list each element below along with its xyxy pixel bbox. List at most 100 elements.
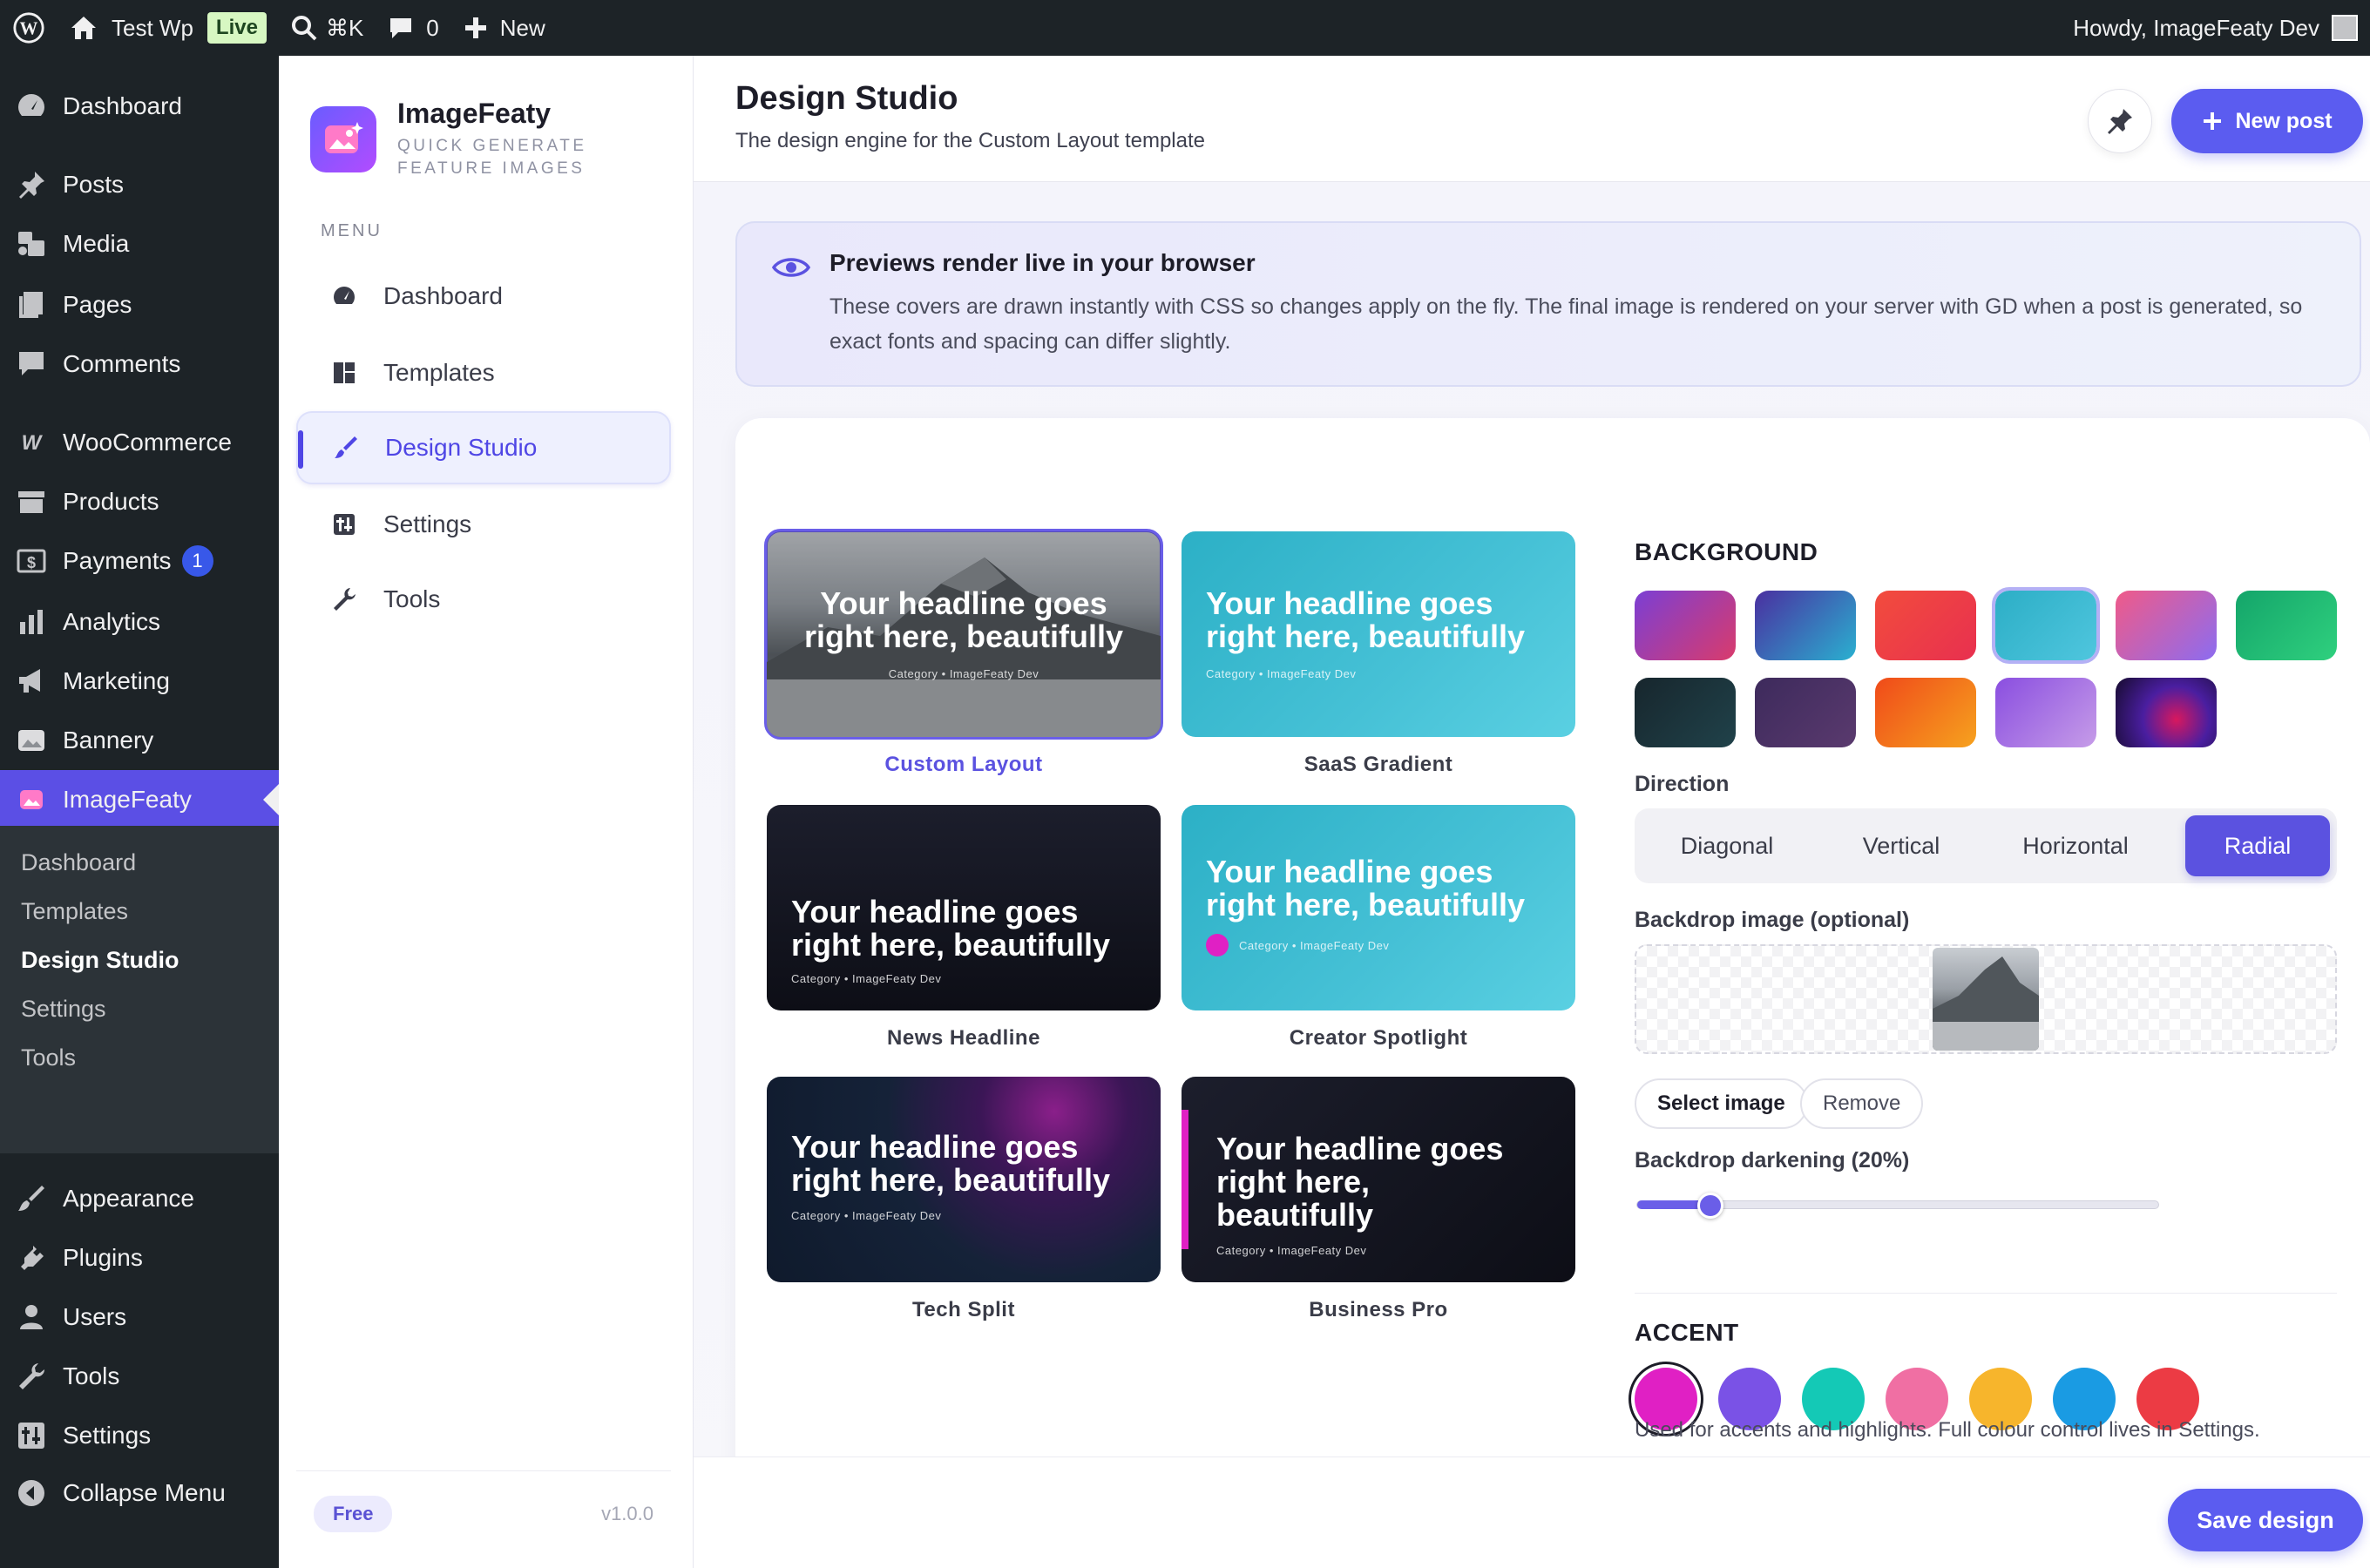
wp-menu-settings[interactable]: Settings	[0, 1406, 279, 1465]
wp-menu-products[interactable]: Products	[0, 472, 279, 531]
wp-menu-plugins[interactable]: Plugins	[0, 1228, 279, 1288]
search-shortcut: ⌘K	[325, 14, 364, 41]
wp-submenu: Dashboard Templates Design Studio Settin…	[0, 826, 279, 1153]
wp-menu-label: WooCommerce	[63, 429, 232, 456]
accent-title: ACCENT	[1635, 1319, 1739, 1346]
submenu-tools[interactable]: Tools	[0, 1033, 279, 1082]
template-preview: Your headline goes right here, beautifull…	[767, 805, 1161, 1010]
wp-menu-posts[interactable]: Posts	[0, 155, 279, 214]
new-post-label: New post	[2235, 108, 2333, 133]
template-card-tech-split[interactable]: Your headline goes right here, beautifull…	[767, 1077, 1161, 1322]
wp-menu-pages[interactable]: Pages	[0, 275, 279, 335]
wp-menu-tools[interactable]: Tools	[0, 1347, 279, 1406]
wp-menu-label: Dashboard	[63, 92, 182, 119]
site-name-link[interactable]: Test Wp Live	[58, 0, 279, 56]
plugin-nav-settings[interactable]: Settings	[296, 488, 671, 561]
page-title: Design Studio	[735, 80, 958, 117]
bg-swatch-orange[interactable]	[1875, 678, 1976, 747]
bg-swatch-plum[interactable]	[1755, 678, 1856, 747]
submenu-settings[interactable]: Settings	[0, 984, 279, 1033]
eye-icon	[772, 258, 810, 277]
home-icon	[71, 17, 96, 39]
direction-horizontal[interactable]: Horizontal	[1990, 815, 2161, 876]
wp-menu-media[interactable]: Media	[0, 214, 279, 274]
wp-menu-appearance[interactable]: Appearance	[0, 1169, 279, 1228]
comments-link[interactable]: 0	[376, 0, 450, 56]
submenu-design-studio[interactable]: Design Studio	[0, 936, 279, 984]
site-name: Test Wp	[112, 14, 193, 41]
wp-menu-users[interactable]: Users	[0, 1288, 279, 1347]
wp-menu-bannery[interactable]: Bannery	[0, 711, 279, 770]
version-label: v1.0.0	[601, 1503, 653, 1524]
wp-menu-marketing[interactable]: Marketing	[0, 652, 279, 711]
menu-section-label: MENU	[321, 221, 383, 240]
plugin-nav-label: Design Studio	[385, 434, 538, 461]
template-card-business-pro[interactable]: Your headline goes right here, beautifully…	[1182, 1077, 1575, 1322]
plugin-nav-label: Tools	[383, 585, 441, 612]
template-card-saas-gradient[interactable]: Your headline goes right here, beautifull…	[1182, 531, 1575, 777]
pin-button[interactable]	[2088, 89, 2152, 153]
wp-menu-label: Products	[63, 488, 159, 515]
new-content-link[interactable]: New	[451, 0, 558, 56]
wp-menu-imagefeaty[interactable]: ImageFeaty	[0, 770, 279, 829]
pages-icon	[0, 289, 63, 321]
mountain-image	[1933, 956, 2039, 1051]
save-bar: Save design	[694, 1456, 2370, 1568]
wordpress-logo-icon[interactable]: W	[0, 0, 58, 56]
wp-menu-woocommerce[interactable]: W WooCommerce	[0, 413, 279, 472]
plugin-nav-dashboard[interactable]: Dashboard	[296, 260, 671, 333]
imagefeaty-logo-icon	[310, 105, 376, 172]
bg-swatch-lavender[interactable]	[1995, 678, 2096, 747]
search-button[interactable]: ⌘K	[279, 0, 376, 56]
template-meta: Category • ImageFeaty Dev	[791, 972, 942, 985]
bg-swatch-dark-teal[interactable]	[1635, 678, 1736, 747]
svg-text:W: W	[20, 18, 38, 39]
template-headline: Your headline goes right here, beautifull…	[791, 1129, 1111, 1198]
plugin-sidebar: ImageFeaty QUICK GENERATE FEATURE IMAGES…	[279, 56, 694, 1568]
wp-menu-analytics[interactable]: Analytics	[0, 592, 279, 652]
darkening-slider[interactable]	[1636, 1193, 2159, 1219]
wp-menu-comments[interactable]: Comments	[0, 335, 279, 394]
bg-swatch-teal[interactable]	[1992, 587, 2100, 664]
wp-menu-collapse[interactable]: Collapse Menu	[0, 1463, 279, 1523]
template-card-creator-spotlight[interactable]: Your headline goes right here, beautifull…	[1182, 805, 1575, 1051]
bg-swatch-indigo-cyan[interactable]	[1755, 591, 1856, 660]
new-label: New	[499, 14, 545, 41]
select-image-button[interactable]: Select image	[1635, 1078, 1808, 1129]
live-badge: Live	[207, 12, 267, 44]
wp-menu-dashboard[interactable]: Dashboard	[0, 77, 279, 136]
design-card: Your headline goes right here, beautifull…	[735, 418, 2370, 1568]
brush-icon	[333, 435, 385, 461]
search-icon	[291, 16, 317, 41]
bg-swatch-green[interactable]	[2236, 591, 2337, 660]
submenu-dashboard[interactable]: Dashboard	[0, 838, 279, 887]
bg-swatch-pink-violet[interactable]	[2116, 591, 2217, 660]
template-card-custom-layout[interactable]: Your headline goes right here, beautifull…	[764, 529, 1163, 777]
bg-swatch-nebula[interactable]	[2116, 678, 2217, 747]
backdrop-dropzone[interactable]	[1635, 944, 2337, 1054]
submenu-templates[interactable]: Templates	[0, 887, 279, 936]
direction-radial[interactable]: Radial	[2185, 815, 2330, 876]
template-headline: Your headline goes right here, beautifull…	[791, 894, 1111, 963]
comment-icon	[390, 18, 412, 38]
remove-image-button[interactable]: Remove	[1800, 1078, 1924, 1129]
collapse-icon	[0, 1477, 63, 1509]
plugin-nav-design-studio[interactable]: Design Studio	[296, 411, 671, 484]
slider-handle[interactable]	[1697, 1193, 1723, 1219]
bg-swatch-red[interactable]	[1875, 591, 1976, 660]
account-menu[interactable]: Howdy, ImageFeaty Dev	[2073, 15, 2370, 42]
wp-admin-menu: Dashboard Posts Media Pages Comments W W…	[0, 56, 279, 1568]
new-post-button[interactable]: New post	[2171, 89, 2363, 153]
direction-diagonal[interactable]: Diagonal	[1642, 815, 1812, 876]
template-card-news-headline[interactable]: Your headline goes right here, beautifull…	[767, 805, 1161, 1051]
plugin-nav-tools[interactable]: Tools	[296, 563, 671, 636]
wrench-icon	[331, 586, 383, 612]
save-design-button[interactable]: Save design	[2168, 1489, 2363, 1551]
plus-icon	[2204, 112, 2222, 130]
plugin-nav-templates[interactable]: Templates	[296, 336, 671, 409]
direction-vertical[interactable]: Vertical	[1816, 815, 1987, 876]
section-divider	[1635, 1293, 2337, 1294]
bg-swatch-purple-red[interactable]	[1635, 591, 1736, 660]
template-headline: Your headline goes right here, beautifull…	[803, 585, 1124, 654]
wp-menu-payments[interactable]: $ Payments 1	[0, 531, 279, 591]
